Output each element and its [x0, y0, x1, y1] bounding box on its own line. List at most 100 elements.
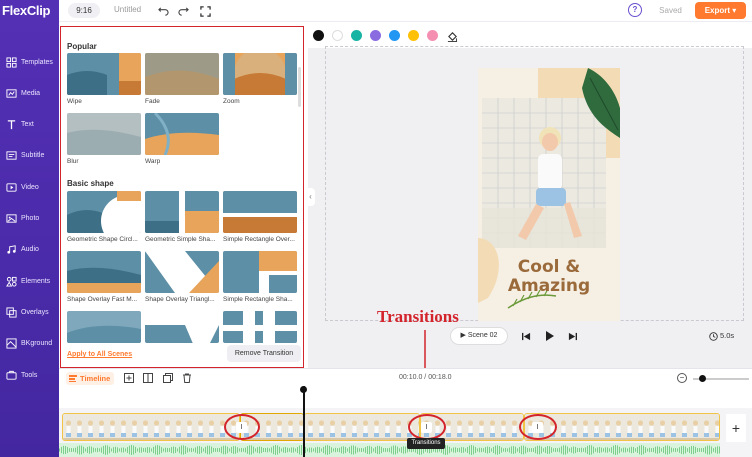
sidebar-item-elements[interactable]: Elements: [0, 266, 59, 296]
panel-scrollbar[interactable]: [298, 67, 301, 107]
redo-icon[interactable]: [176, 4, 190, 18]
sidebar-item-label: Audio: [21, 246, 39, 254]
sidebar-item-overlays[interactable]: Overlays: [0, 297, 59, 327]
scene-clip[interactable]: [304, 413, 420, 441]
clip-frame: [668, 414, 679, 440]
video-icon: [5, 181, 17, 193]
transition-label: Zoom: [223, 98, 240, 105]
transition-thumbnail[interactable]: [145, 191, 219, 233]
sidebar-item-video[interactable]: Video: [0, 172, 59, 202]
clip-frame: [206, 414, 217, 440]
transition-preview-image: [145, 191, 219, 233]
timeline-time: 00:10.0 / 00:18.0: [399, 374, 452, 381]
duplicate-icon[interactable]: [163, 373, 173, 383]
scene-selector[interactable]: ▶ Scene 02: [450, 327, 508, 345]
export-button[interactable]: Export ▾: [695, 2, 746, 19]
transition-thumbnail[interactable]: [223, 53, 297, 95]
transition-thumbnail[interactable]: [67, 311, 141, 343]
color-swatch[interactable]: [389, 30, 400, 41]
transition-thumbnail[interactable]: [145, 311, 219, 343]
clip-frame: [487, 414, 498, 440]
aspect-ratio-button[interactable]: 9:16: [68, 3, 100, 18]
project-title[interactable]: Untitled: [114, 5, 141, 14]
scene-clip[interactable]: [62, 413, 240, 441]
transition-thumbnail[interactable]: [223, 251, 297, 293]
preview-headline[interactable]: Cool & Amazing: [478, 258, 620, 296]
clip-frame: [285, 414, 296, 440]
color-swatch[interactable]: [427, 30, 438, 41]
delete-icon[interactable]: [182, 373, 192, 383]
scene-duration[interactable]: 5.0s: [720, 331, 734, 340]
color-swatch[interactable]: [351, 30, 362, 41]
next-icon[interactable]: [566, 330, 578, 342]
sidebar-item-label: Media: [21, 89, 41, 97]
transition-thumbnail[interactable]: [223, 311, 297, 343]
clip-frame: [558, 414, 569, 440]
transition-thumbnail[interactable]: [223, 191, 297, 233]
zoom-out-icon[interactable]: −: [677, 373, 687, 383]
audio-icon: [5, 244, 17, 256]
clip-frame: [679, 414, 690, 440]
transition-thumbnail[interactable]: [145, 53, 219, 95]
previous-icon[interactable]: [520, 330, 532, 342]
sidebar-item-label: Text: [21, 121, 34, 129]
remove-transition-button[interactable]: Remove Transition: [227, 345, 301, 362]
transition-preview-image: [223, 311, 297, 343]
transition-label: Shape Overlay Fast M...: [67, 296, 138, 303]
video-preview[interactable]: Cool & Amazing: [478, 68, 620, 321]
sidebar-item-bkground[interactable]: BKground: [0, 329, 59, 359]
split-icon[interactable]: [143, 373, 153, 383]
fullscreen-icon[interactable]: [198, 4, 212, 18]
clip-frame: [305, 414, 316, 440]
sidebar-item-text[interactable]: Text: [0, 110, 59, 140]
headline-line-2: Amazing: [507, 276, 591, 296]
clip-frame: [624, 414, 635, 440]
sidebar-item-label: Tools: [21, 371, 38, 379]
transition-preview-image: [223, 191, 297, 233]
transition-thumbnail[interactable]: [67, 251, 141, 293]
color-swatch[interactable]: [332, 30, 343, 41]
color-swatch[interactable]: [313, 30, 324, 41]
transition-preview-image: [67, 311, 141, 343]
collapse-panel-icon[interactable]: ‹: [306, 188, 315, 206]
undo-icon[interactable]: [156, 4, 170, 18]
sidebar-item-audio[interactable]: Audio: [0, 235, 59, 265]
sidebar-item-templates[interactable]: Templates: [0, 47, 59, 77]
overlays-icon: [5, 306, 17, 318]
transition-thumbnail[interactable]: [145, 251, 219, 293]
clip-frame: [338, 414, 349, 440]
play-icon[interactable]: [543, 330, 555, 342]
sidebar-item-photo[interactable]: Photo: [0, 204, 59, 234]
help-icon[interactable]: ?: [628, 3, 642, 17]
transition-thumbnail[interactable]: [67, 191, 141, 233]
transition-label: Geometric Shape Circl...: [67, 236, 138, 243]
sidebar-item-subtitle[interactable]: Subtitle: [0, 141, 59, 171]
transition-preview-image: [67, 113, 141, 155]
audio-track[interactable]: [59, 443, 720, 457]
zoom-slider-handle[interactable]: [699, 375, 706, 382]
transition-thumbnail[interactable]: [67, 113, 141, 155]
clip-frame: [140, 414, 151, 440]
text-icon: [5, 119, 17, 131]
transition-preview-image: [67, 191, 141, 233]
fill-bucket-icon[interactable]: [445, 29, 459, 43]
clock-icon: [707, 330, 719, 342]
sidebar-item-media[interactable]: Media: [0, 78, 59, 108]
basic-shape-section-title: Basic shape: [67, 179, 114, 188]
app-logo[interactable]: FlexClip: [2, 3, 50, 18]
playhead[interactable]: [303, 386, 305, 457]
color-swatch[interactable]: [408, 30, 419, 41]
clip-frame: [173, 414, 184, 440]
add-scene-button[interactable]: +: [726, 414, 746, 442]
transition-thumbnail[interactable]: [67, 53, 141, 95]
add-scene-icon[interactable]: [124, 373, 134, 383]
clip-frame: [580, 414, 591, 440]
sidebar-item-tools[interactable]: Tools: [0, 360, 59, 390]
clip-frame: [118, 414, 129, 440]
transition-thumbnail[interactable]: [145, 113, 219, 155]
timeline-toggle[interactable]: Timeline: [66, 372, 114, 385]
apply-to-all-scenes-link[interactable]: Apply to All Scenes: [67, 351, 132, 358]
color-swatch[interactable]: [370, 30, 381, 41]
sidebar-item-label: Subtitle: [21, 152, 45, 160]
transition-preview-image: [145, 311, 219, 343]
